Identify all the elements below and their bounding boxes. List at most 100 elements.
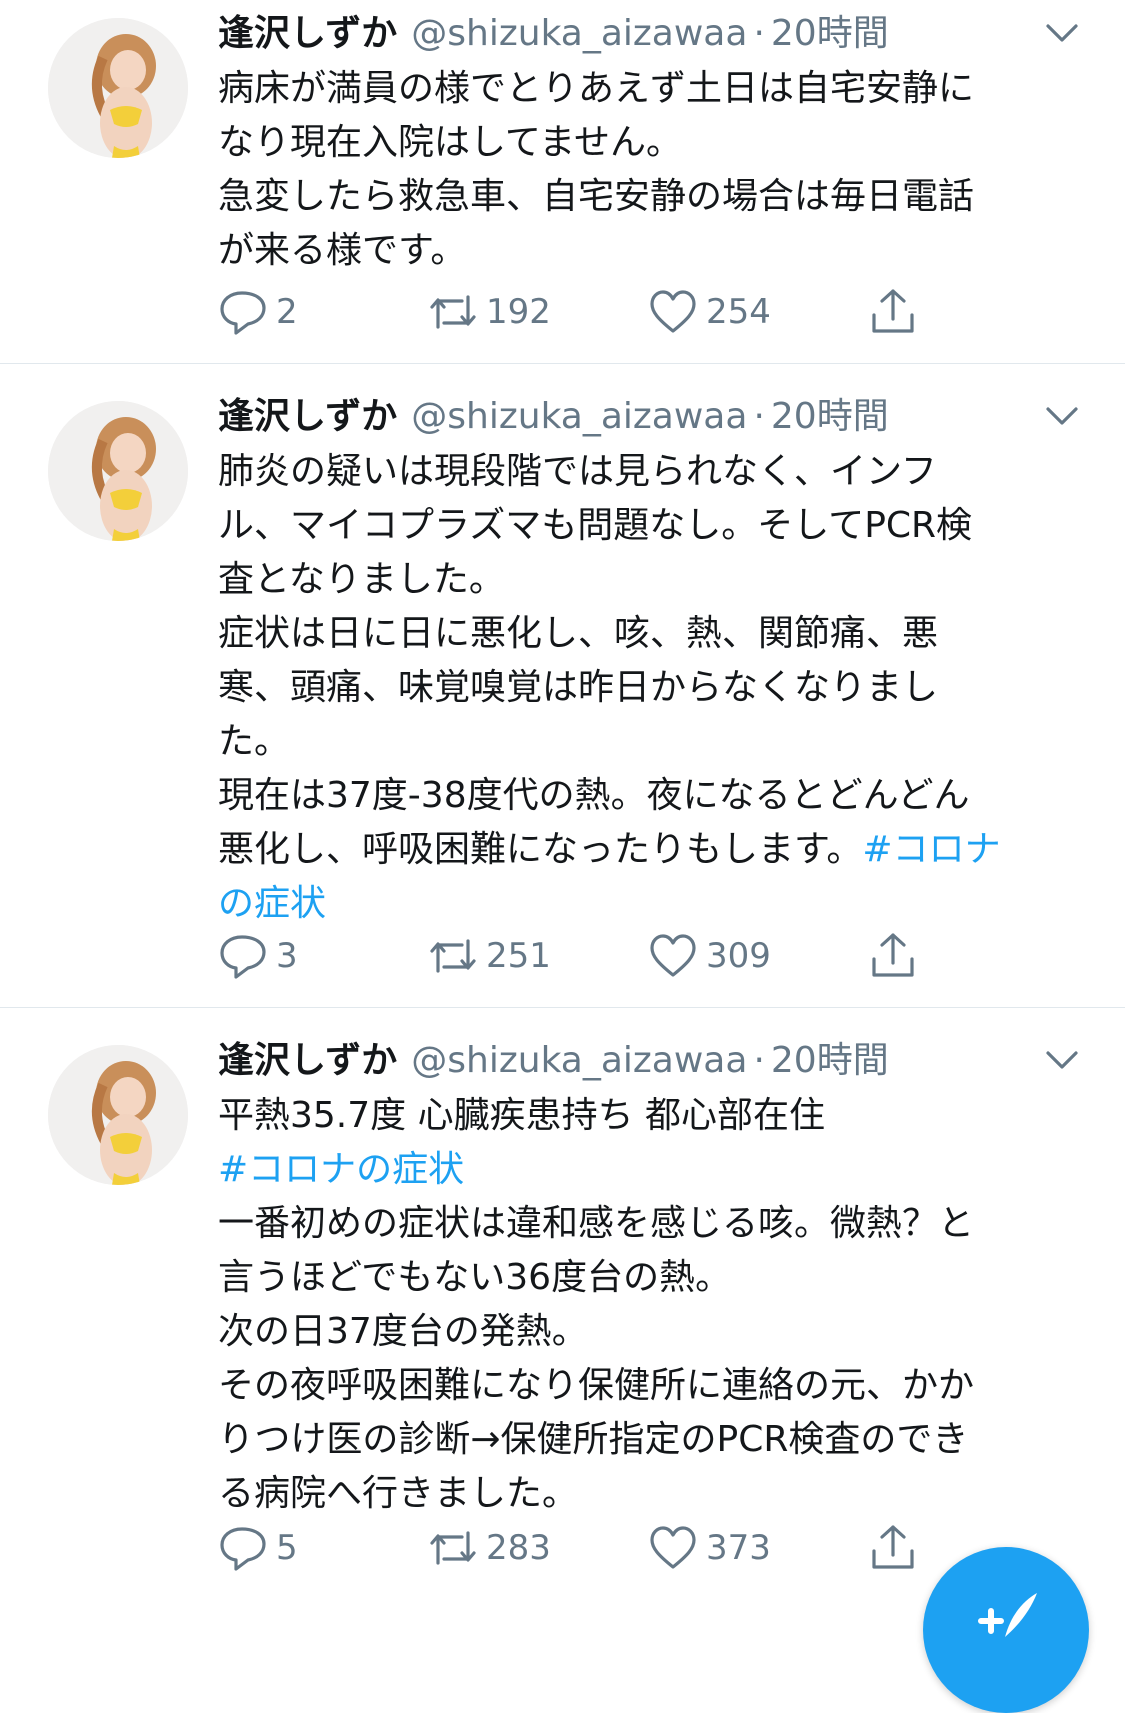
profile-photo bbox=[48, 401, 188, 541]
like-button[interactable]: 309 bbox=[648, 931, 771, 981]
more-options-button[interactable] bbox=[1042, 18, 1082, 48]
text-segment: 急変したら救急車、自宅安静の場合は毎日電話 bbox=[218, 176, 975, 217]
text-segment: 寒、頭痛、味覚嗅覚は昨日からなくなりまし bbox=[218, 667, 939, 708]
text-segment: 一番初めの症状は違和感を感じる咳。微熱？と bbox=[218, 1203, 975, 1244]
hashtag-link[interactable]: #コロナの症状 bbox=[218, 1149, 464, 1190]
heart-icon bbox=[650, 290, 696, 333]
reply-button[interactable]: 2 bbox=[218, 287, 298, 337]
text-line: 現在は37度-38度代の熱。夜になるとどんどん bbox=[218, 769, 1078, 823]
tweet-header: 逢沢しずか @shizuka_aizawaa · 20時間 bbox=[218, 389, 889, 445]
tweet-text: 病床が満員の様でとりあえず土日は自宅安静に なり現在入院はしてません。急変したら救… bbox=[218, 62, 1078, 278]
reply-button[interactable]: 5 bbox=[218, 1523, 298, 1573]
text-line: 言うほどでもない36度台の熱。 bbox=[218, 1251, 1078, 1305]
compose-icon bbox=[978, 1593, 1037, 1637]
text-segment: 悪化し、呼吸困難になったりもします。 bbox=[218, 829, 863, 870]
compose-tweet-button[interactable] bbox=[923, 1547, 1089, 1713]
text-line: 病床が満員の様でとりあえず土日は自宅安静に bbox=[218, 62, 1078, 116]
text-segment: が来る様です。 bbox=[218, 230, 467, 271]
display-name[interactable]: 逢沢しずか bbox=[218, 389, 397, 445]
retweet-count: 192 bbox=[486, 292, 551, 332]
display-name[interactable]: 逢沢しずか bbox=[218, 1033, 397, 1089]
retweet-button[interactable]: 192 bbox=[428, 287, 551, 337]
retweet-icon bbox=[430, 295, 476, 329]
text-line: の症状 bbox=[218, 877, 1078, 931]
text-line: りつけ医の診断→保健所指定のPCR検査のでき bbox=[218, 1413, 1078, 1467]
timestamp[interactable]: 20時間 bbox=[771, 389, 889, 445]
text-line: 次の日37度台の発熱。 bbox=[218, 1305, 1078, 1359]
like-count: 254 bbox=[706, 292, 771, 332]
retweet-icon bbox=[430, 939, 476, 973]
hashtag-link[interactable]: の症状 bbox=[218, 883, 326, 924]
timestamp[interactable]: 20時間 bbox=[771, 6, 889, 62]
retweet-button[interactable]: 251 bbox=[428, 931, 551, 981]
text-line: が来る様です。 bbox=[218, 224, 1078, 278]
tweet-header: 逢沢しずか @shizuka_aizawaa · 20時間 bbox=[218, 6, 889, 62]
text-line: なり現在入院はしてません。 bbox=[218, 116, 1078, 170]
user-handle[interactable]: @shizuka_aizawaa bbox=[411, 389, 747, 445]
reply-count: 5 bbox=[276, 1528, 298, 1568]
reply-count: 3 bbox=[276, 936, 298, 976]
text-segment: る病院へ行きました。 bbox=[218, 1473, 579, 1514]
text-segment: 症状は日に日に悪化し、咳、熱、関節痛、悪 bbox=[218, 613, 939, 654]
avatar[interactable] bbox=[48, 18, 188, 158]
reply-count: 2 bbox=[276, 292, 298, 332]
tweet-divider bbox=[0, 1007, 1125, 1008]
chevron-down-icon bbox=[1046, 24, 1078, 42]
avatar[interactable] bbox=[48, 1045, 188, 1185]
tweet-actions: 5 283 373 bbox=[218, 1523, 978, 1573]
more-options-button[interactable] bbox=[1042, 401, 1082, 431]
text-segment: 次の日37度台の発熱。 bbox=[218, 1311, 588, 1352]
share-button[interactable] bbox=[868, 931, 918, 981]
reply-icon bbox=[220, 1527, 266, 1571]
like-button[interactable]: 373 bbox=[648, 1523, 771, 1573]
hashtag-link[interactable]: #コロナ bbox=[862, 829, 1000, 870]
tweet-actions: 2 192 254 bbox=[218, 287, 978, 337]
text-line: #コロナの症状 bbox=[218, 1143, 1078, 1197]
text-segment: た。 bbox=[218, 721, 291, 762]
text-segment: 言うほどでもない36度台の熱。 bbox=[218, 1257, 732, 1298]
share-icon bbox=[872, 1525, 914, 1569]
tweet-text: 平熱35.7度 心臓疾患持ち 都心部在住 #コロナの症状一番初めの症状は違和感を感… bbox=[218, 1089, 1078, 1521]
tweet[interactable]: 逢沢しずか @shizuka_aizawaa · 20時間 肺炎の疑いは現段階では見られ… bbox=[0, 383, 1125, 1007]
tweet[interactable]: 逢沢しずか @shizuka_aizawaa · 20時間 病床が満員の様でとりあえず土… bbox=[0, 0, 1125, 363]
timestamp[interactable]: 20時間 bbox=[771, 1033, 889, 1089]
text-segment: 査となりました。 bbox=[218, 559, 505, 600]
share-button[interactable] bbox=[868, 1523, 918, 1573]
avatar[interactable] bbox=[48, 401, 188, 541]
text-line: 肺炎の疑いは現段階では見られなく、インフ bbox=[218, 445, 1078, 499]
share-button[interactable] bbox=[868, 287, 918, 337]
like-button[interactable]: 254 bbox=[648, 287, 771, 337]
reply-icon bbox=[220, 935, 266, 979]
display-name[interactable]: 逢沢しずか bbox=[218, 6, 397, 62]
user-handle[interactable]: @shizuka_aizawaa bbox=[411, 6, 747, 62]
separator-dot: · bbox=[753, 396, 765, 437]
text-segment: 平熱35.7度 心臓疾患持ち 都心部在住 bbox=[218, 1095, 826, 1136]
heart-icon bbox=[650, 1526, 696, 1569]
user-handle[interactable]: @shizuka_aizawaa bbox=[411, 1033, 747, 1089]
share-icon bbox=[872, 933, 914, 977]
tweet[interactable]: 逢沢しずか @shizuka_aizawaa · 20時間 平熱35.7度 心臓疾患持ち… bbox=[0, 1027, 1125, 1629]
tweet-text: 肺炎の疑いは現段階では見られなく、インフル、マイコプラズマも問題なし。そしてPC… bbox=[218, 445, 1078, 931]
text-line: ル、マイコプラズマも問題なし。そしてPCR検 bbox=[218, 499, 1078, 553]
chevron-down-icon bbox=[1046, 1051, 1078, 1069]
retweet-button[interactable]: 283 bbox=[428, 1523, 551, 1573]
heart-icon bbox=[650, 934, 696, 977]
reply-icon bbox=[220, 291, 266, 335]
chevron-down-icon bbox=[1046, 407, 1078, 425]
text-line: る病院へ行きました。 bbox=[218, 1467, 1078, 1521]
like-count: 373 bbox=[706, 1528, 771, 1568]
retweet-icon bbox=[430, 1531, 476, 1565]
text-line: 症状は日に日に悪化し、咳、熱、関節痛、悪 bbox=[218, 607, 1078, 661]
text-segment: 現在は37度-38度代の熱。夜になるとどんどん bbox=[218, 775, 970, 816]
text-segment: その夜呼吸困難になり保健所に連絡の元、かか bbox=[218, 1365, 975, 1406]
text-line: 急変したら救急車、自宅安静の場合は毎日電話 bbox=[218, 170, 1078, 224]
reply-button[interactable]: 3 bbox=[218, 931, 298, 981]
more-options-button[interactable] bbox=[1042, 1045, 1082, 1075]
tweet-divider bbox=[0, 363, 1125, 364]
text-segment: 肺炎の疑いは現段階では見られなく、インフ bbox=[218, 451, 937, 492]
like-count: 309 bbox=[706, 936, 771, 976]
text-line: 悪化し、呼吸困難になったりもします。#コロナ bbox=[218, 823, 1078, 877]
text-line: 一番初めの症状は違和感を感じる咳。微熱？と bbox=[218, 1197, 1078, 1251]
retweet-count: 251 bbox=[486, 936, 551, 976]
text-segment: りつけ医の診断→保健所指定のPCR検査のでき bbox=[218, 1419, 969, 1460]
